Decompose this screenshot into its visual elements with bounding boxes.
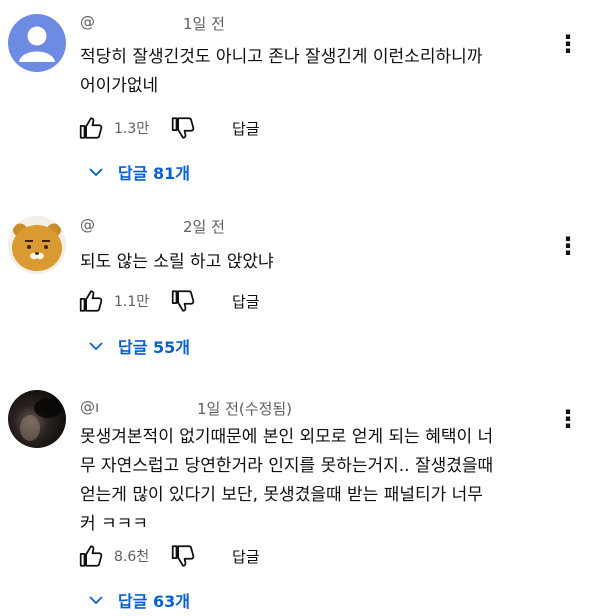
- comment-text-line: 못생겨본적이 없기때문에 본인 외모로 얻게 되는 혜택이 너: [80, 427, 494, 447]
- author-handle[interactable]: @: [80, 13, 95, 31]
- chevron-down-icon: [89, 596, 103, 605]
- avatar[interactable]: [8, 216, 66, 274]
- dark-photo-avatar: [8, 390, 66, 448]
- comment-text-line: 적당히 잘생긴것도 아니고 존나 잘생긴게 이런소리하니까: [80, 47, 483, 67]
- thumbs-down-icon[interactable]: [170, 288, 196, 314]
- thumbs-down-icon[interactable]: [170, 543, 196, 569]
- more-vertical-icon[interactable]: ⋮: [556, 30, 580, 58]
- chevron-down-icon: [89, 342, 103, 351]
- comment-header: @ı 1일 전(수정됨): [80, 398, 292, 418]
- comment-text: 되도 않는 소릴 하고 앉았냐: [80, 248, 540, 277]
- default-avatar-icon: [8, 14, 66, 72]
- author-handle[interactable]: @ı: [80, 398, 99, 416]
- comment-actions: 8.6천 답글: [78, 543, 378, 573]
- like-count: 1.1만: [114, 294, 150, 310]
- replies-count-label: 답글 81개: [118, 164, 190, 183]
- reply-button[interactable]: 답글: [232, 118, 260, 139]
- thumbs-up-icon[interactable]: [78, 543, 104, 569]
- comment-time[interactable]: 1일 전: [183, 13, 225, 34]
- comment-header: @ 2일 전: [80, 216, 225, 236]
- author-handle[interactable]: @: [80, 216, 95, 234]
- like-count: 1.3만: [114, 121, 150, 137]
- view-replies-button[interactable]: 답글 55개: [88, 332, 190, 360]
- more-vertical-icon[interactable]: ⋮: [556, 232, 580, 260]
- comment-time[interactable]: 1일 전(수정됨): [197, 398, 292, 419]
- avatar[interactable]: [8, 390, 66, 448]
- comment-time[interactable]: 2일 전: [183, 216, 225, 237]
- comment-actions: 1.1만 답글: [78, 288, 378, 318]
- comment-text: 적당히 잘생긴것도 아니고 존나 잘생긴게 이런소리하니까 어이가없네: [80, 43, 540, 101]
- like-count: 8.6천: [114, 549, 150, 565]
- comment-text-line: 어이가없네: [80, 76, 159, 96]
- comment-text-line: 커 ㅋㅋㅋ: [80, 514, 148, 534]
- reply-button[interactable]: 답글: [232, 546, 260, 567]
- comment-text: 못생겨본적이 없기때문에 본인 외모로 얻게 되는 혜택이 너 무 자연스럽고 …: [80, 423, 540, 539]
- thumbs-up-icon[interactable]: [78, 288, 104, 314]
- thumbs-down-icon[interactable]: [170, 115, 196, 141]
- comment-text-line: 되도 않는 소릴 하고 앉았냐: [80, 252, 274, 272]
- avatar[interactable]: [8, 14, 66, 72]
- comment-text-line: 무 자연스럽고 당연한거라 인지를 못하는거지.. 잘생겼을때: [80, 456, 494, 476]
- chevron-down-icon: [89, 168, 103, 177]
- thumbs-up-icon[interactable]: [78, 115, 104, 141]
- view-replies-button[interactable]: 답글 63개: [88, 586, 190, 614]
- comment-header: @ 1일 전: [80, 13, 225, 33]
- replies-count-label: 답글 55개: [118, 338, 190, 357]
- comment-actions: 1.3만 답글: [78, 115, 378, 145]
- more-vertical-icon[interactable]: ⋮: [556, 405, 580, 433]
- reply-button[interactable]: 답글: [232, 291, 260, 312]
- replies-count-label: 답글 63개: [118, 592, 190, 611]
- ryan-character-avatar: [8, 216, 66, 274]
- comment-text-line: 얻는게 많이 있다기 보단, 못생겼을때 받는 패널티가 너무: [80, 485, 483, 505]
- view-replies-button[interactable]: 답글 81개: [88, 158, 190, 186]
